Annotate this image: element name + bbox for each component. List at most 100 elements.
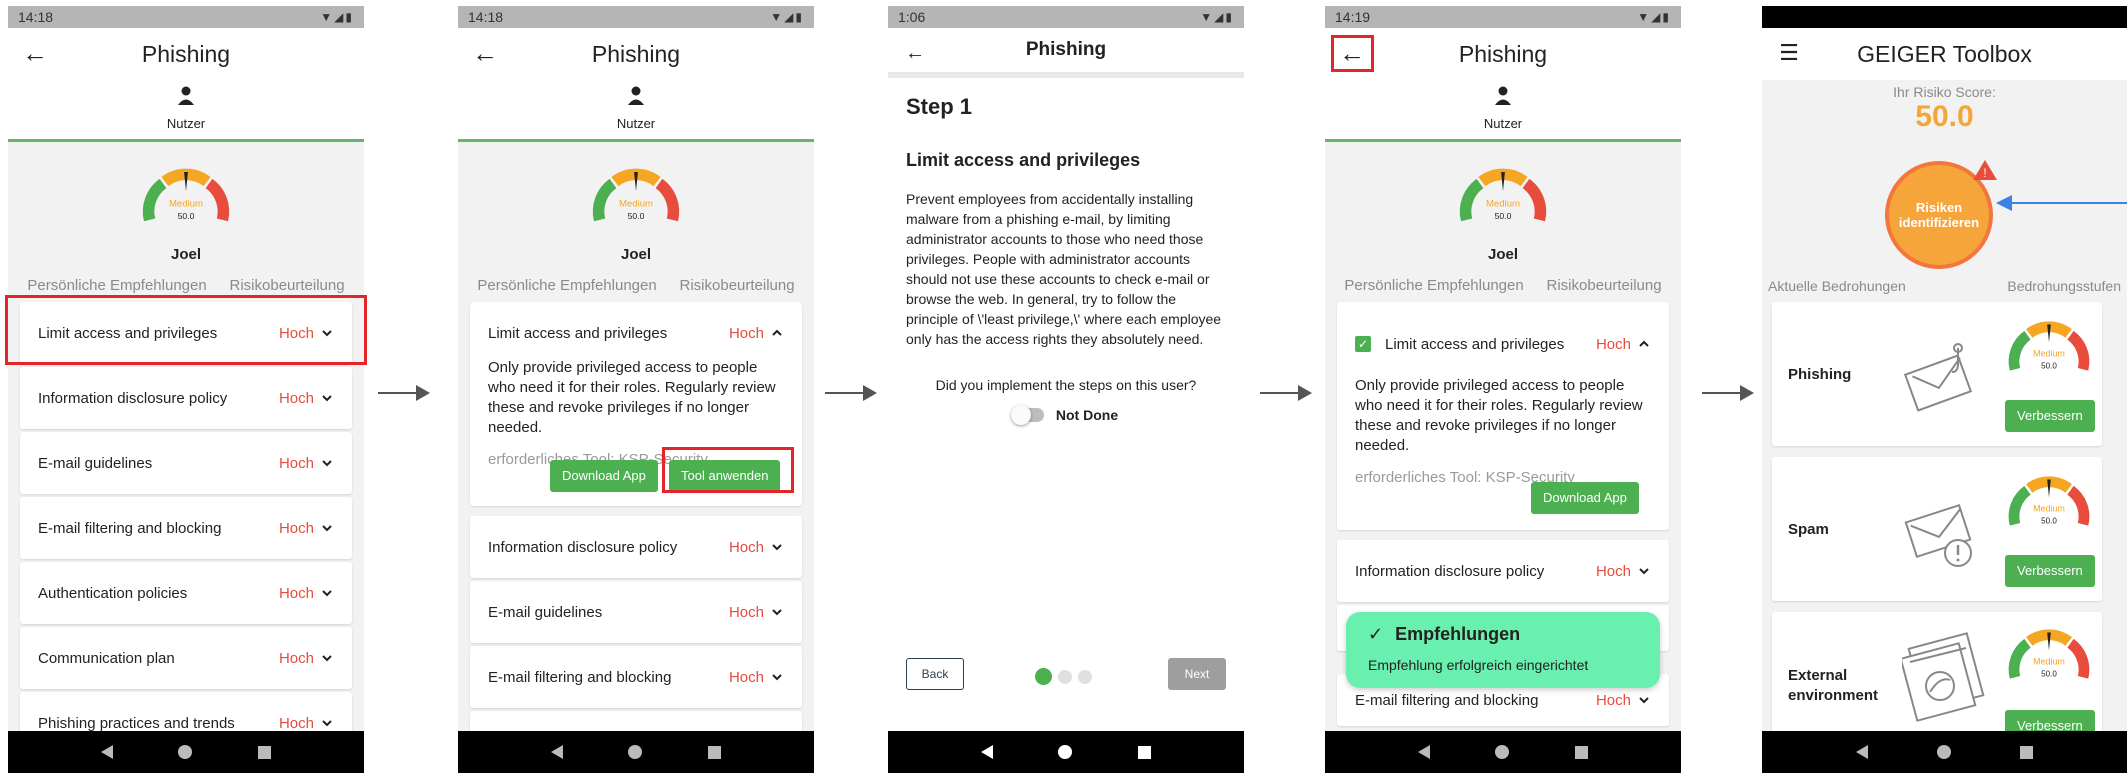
user-label: Nutzer <box>166 116 206 131</box>
item-level: Hoch <box>278 519 314 537</box>
nav-recents-icon[interactable] <box>2019 745 2033 759</box>
app-bar: ← Phishing <box>8 28 364 80</box>
tab-personal-recommendations[interactable]: Persönliche Empfehlungen <box>27 277 206 294</box>
status-bar: 14:18 ▼◢▮ <box>8 6 364 28</box>
nav-home-icon[interactable] <box>1058 745 1073 759</box>
app-bar: ← Phishing <box>458 28 814 80</box>
risk-score: 50.0 <box>1915 100 1974 133</box>
threat-card[interactable]: Spam Medium 50.0 Verbessern <box>1772 457 2102 601</box>
warning-triangle-icon: ! <box>1973 160 1997 180</box>
threat-gauge: Medium 50.0 <box>2006 618 2092 690</box>
gauge-level: Medium <box>619 199 653 210</box>
tab-risk-assessment[interactable]: Risikobeurteilung <box>230 277 345 294</box>
tab-personal-recommendations[interactable]: Persönliche Empfehlungen <box>477 277 656 294</box>
item-level: Hoch <box>728 324 764 342</box>
gauge-level: Medium <box>1486 199 1520 210</box>
person-icon <box>1495 86 1511 105</box>
back-arrow-icon[interactable]: ← <box>470 38 500 68</box>
recommendation-text: Only provide privileged access to people… <box>488 359 776 436</box>
risk-gauge-area: Medium 50.0 Joel <box>8 142 364 272</box>
status-time: 14:19 <box>1335 9 1371 25</box>
download-app-button[interactable]: Download App <box>1531 482 1639 514</box>
risk-gauge-area: Medium 50.0 Joel <box>1325 142 1681 272</box>
nav-back-icon[interactable] <box>550 745 563 759</box>
threat-name: Spam <box>1788 521 1829 538</box>
nav-recents-icon[interactable] <box>1138 745 1152 759</box>
person-icon <box>178 86 194 105</box>
item-title: Communication plan <box>38 649 175 667</box>
gauge-value: 50.0 <box>628 211 645 221</box>
item-title: E-mail guidelines <box>38 454 153 472</box>
item-title: Information disclosure policy <box>488 538 678 556</box>
android-nav-bar <box>8 731 364 773</box>
back-button[interactable]: Back <box>906 658 964 690</box>
status-bar: 1:06 ▼◢▮ <box>888 6 1244 28</box>
recommendation-item[interactable]: Information disclosure policy Hoch <box>20 367 352 429</box>
highlight-box <box>662 447 794 493</box>
item-title: E-mail filtering and blocking <box>1355 691 1539 709</box>
back-arrow-icon[interactable]: ← <box>20 38 50 68</box>
app-bar: ← Phishing <box>888 28 1244 78</box>
recommendation-item[interactable]: E-mail guidelines Hoch <box>20 432 352 494</box>
next-button[interactable]: Next <box>1168 658 1226 690</box>
tab-personal-recommendations[interactable]: Persönliche Empfehlungen <box>1344 277 1523 294</box>
item-title: E-mail filtering and blocking <box>488 668 672 686</box>
item-level: Hoch <box>278 649 314 667</box>
item-title: E-mail guidelines <box>488 603 603 621</box>
android-nav-bar <box>1762 731 2127 773</box>
nav-home-icon[interactable] <box>1495 745 1510 759</box>
nav-recents-icon[interactable] <box>708 745 722 759</box>
nav-back-icon[interactable] <box>100 745 113 759</box>
user-name: Joel <box>1487 246 1518 263</box>
expanded-recommendation[interactable]: ✓ Limit access and privileges Hoch Only p… <box>1337 302 1669 530</box>
chevron-down-icon <box>772 674 782 681</box>
nav-recents-icon[interactable] <box>258 745 272 759</box>
android-nav-bar <box>888 731 1244 773</box>
item-level: Hoch <box>728 603 764 621</box>
user-name: Joel <box>620 246 651 263</box>
item-title: Limit access and privileges <box>488 324 668 342</box>
status-bar: 14:19 ▼◢▮ <box>1325 6 1681 28</box>
hamburger-menu-icon[interactable]: ☰ <box>1774 38 1804 68</box>
improve-button[interactable]: Verbessern <box>2005 400 2095 432</box>
download-app-button[interactable]: Download App <box>550 460 658 492</box>
chevron-down-icon <box>322 525 332 532</box>
recommendation-item[interactable]: Authentication policies Hoch <box>20 562 352 624</box>
nav-home-icon[interactable] <box>628 745 643 759</box>
threat-card[interactable]: External environment Medium 50.0 Verbess… <box>1772 612 2102 742</box>
page-title: GEIGER Toolbox <box>1857 40 2032 67</box>
tab-risk-assessment[interactable]: Risikobeurteilung <box>1547 277 1662 294</box>
checkbox-checked-icon[interactable]: ✓ <box>1355 336 1371 352</box>
phone-screen-2: 14:18 ▼◢▮ ← Phishing Nutzer Medium 50.0 … <box>458 6 814 773</box>
pointer-arrow <box>1996 195 2127 211</box>
recommendation-item[interactable]: E-mail filtering and blocking Hoch <box>20 497 352 559</box>
item-level: Hoch <box>1595 335 1631 353</box>
tab-risk-assessment[interactable]: Risikobeurteilung <box>680 277 795 294</box>
done-toggle[interactable] <box>1010 405 1044 425</box>
improve-button[interactable]: Verbessern <box>2005 555 2095 587</box>
back-arrow-icon[interactable]: ← <box>900 38 930 68</box>
recommendation-item[interactable]: Communication plan Hoch <box>20 627 352 689</box>
threat-card[interactable]: Phishing Medium 50.0 Verbessern <box>1772 302 2102 446</box>
toggle-row: Not Done <box>906 405 1226 425</box>
nav-back-icon[interactable] <box>1417 745 1430 759</box>
nav-home-icon[interactable] <box>1936 745 1951 759</box>
recommendation-item[interactable]: Information disclosure policy Hoch <box>1337 540 1669 602</box>
user-header: Nutzer <box>458 80 814 142</box>
highlight-box <box>1331 35 1374 72</box>
nav-home-icon[interactable] <box>178 745 193 759</box>
recommendation-item[interactable]: E-mail guidelines Hoch <box>470 581 802 643</box>
item-title: E-mail filtering and blocking <box>38 519 222 537</box>
nav-back-icon[interactable] <box>980 745 993 759</box>
nav-back-icon[interactable] <box>1856 745 1869 759</box>
recommendation-item[interactable]: Information disclosure policy Hoch <box>470 516 802 578</box>
user-name: Joel <box>170 246 201 263</box>
step-title: Step 1 <box>906 94 973 119</box>
item-title: Authentication policies <box>38 584 188 602</box>
recommendation-item[interactable]: E-mail filtering and blocking Hoch <box>470 646 802 708</box>
highlight-box <box>5 295 367 365</box>
gauge-level: Medium <box>169 199 203 210</box>
threat-levels-header: Bedrohungsstufen <box>2007 278 2121 294</box>
nav-recents-icon[interactable] <box>1575 745 1589 759</box>
chevron-down-icon <box>322 720 332 727</box>
